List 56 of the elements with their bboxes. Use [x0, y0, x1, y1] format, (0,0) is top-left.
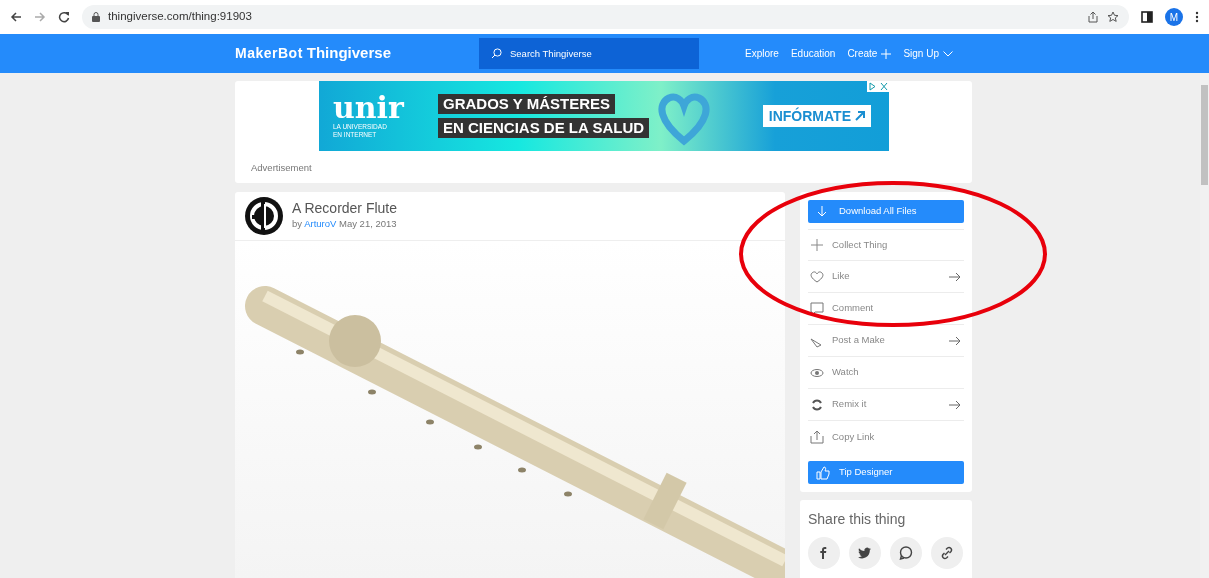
twitter-icon — [857, 545, 873, 561]
thumbs-up-icon — [816, 465, 830, 480]
logo-brand-text[interactable]: MakerBot — [235, 43, 303, 65]
whatsapp-icon — [898, 545, 914, 561]
link-icon — [939, 545, 955, 561]
arrow-up-right-icon — [855, 111, 865, 121]
back-icon[interactable] — [10, 11, 22, 23]
action-item[interactable]: Like — [808, 261, 964, 293]
side-panel-icon[interactable] — [1141, 11, 1153, 23]
reload-icon[interactable] — [58, 11, 70, 23]
nav-link[interactable]: Create — [847, 46, 892, 61]
lock-icon — [92, 12, 100, 22]
thing-title: A Recorder Flute — [292, 201, 398, 217]
chevron-down-icon — [943, 50, 953, 57]
designer-avatar — [244, 196, 284, 236]
action-item[interactable]: Watch — [808, 357, 964, 389]
action-item[interactable]: Post a Make — [808, 325, 964, 357]
share-button[interactable] — [890, 537, 922, 569]
share-title: Share this thing — [808, 510, 907, 529]
star-icon[interactable] — [1107, 11, 1119, 23]
plus-icon — [810, 238, 824, 252]
action-button[interactable]: Download All Files — [808, 200, 964, 223]
more-menu-icon[interactable] — [1195, 11, 1199, 23]
ad-headline: GRADOS Y MÁSTERES — [438, 94, 615, 114]
arrow-right-icon — [949, 271, 961, 282]
speech-bubble-icon — [810, 301, 824, 316]
search-field[interactable]: Search Thingiverse — [479, 38, 699, 69]
ad-headline: EN CIENCIAS DE LA SALUD — [438, 118, 650, 138]
ad-cta-button[interactable]: INFÓRMATE — [762, 105, 871, 127]
upload-icon — [810, 430, 824, 444]
share-icon[interactable] — [1087, 11, 1099, 23]
heart-icon — [810, 269, 824, 284]
author-link[interactable]: ArturoV — [304, 217, 337, 229]
plus-icon — [881, 48, 892, 59]
arrow-right-icon — [949, 335, 961, 346]
ad-close-icon[interactable] — [867, 81, 889, 92]
action-item[interactable]: Remix it — [808, 389, 964, 421]
cycle-arrows-icon — [810, 397, 824, 412]
author-line: by ArturoV May 21, 2013 — [292, 216, 398, 231]
share-button[interactable] — [808, 537, 840, 569]
arrow-right-icon — [949, 399, 961, 410]
action-button[interactable]: Tip Designer — [808, 461, 964, 484]
ad-brand-logo: unir — [333, 93, 405, 124]
logo-name-text[interactable]: Thingiverse — [306, 42, 391, 65]
address-bar[interactable]: thingiverse.com/thing:91903 — [82, 5, 1129, 29]
nav-link[interactable]: Education — [790, 46, 836, 61]
share-button[interactable] — [849, 537, 881, 569]
share-button[interactable] — [931, 537, 963, 569]
ad-label: Advertisement — [251, 161, 313, 175]
nav-link[interactable]: Explore — [745, 46, 779, 61]
action-item[interactable]: Copy Link — [808, 421, 964, 453]
action-item[interactable]: Collect Thing — [808, 229, 964, 261]
nav-link[interactable]: Sign Up — [903, 46, 953, 61]
url-text: thingiverse.com/thing:91903 — [108, 9, 252, 25]
action-item[interactable]: Comment — [808, 293, 964, 325]
profile-avatar[interactable]: M — [1165, 8, 1183, 26]
